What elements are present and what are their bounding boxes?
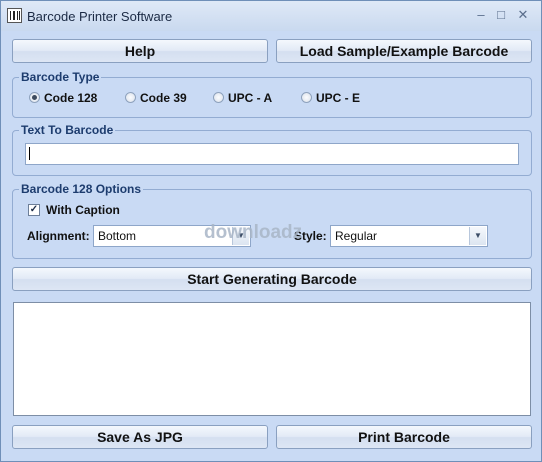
radio-label: Code 128: [44, 91, 98, 105]
app-window: Barcode Printer Software – □ ✕ Help Load…: [0, 0, 542, 462]
radio-selected-icon: [29, 92, 40, 103]
barcode-preview-area: [13, 302, 531, 416]
minimize-icon[interactable]: –: [471, 6, 491, 24]
save-jpg-button[interactable]: Save As JPG: [12, 425, 268, 449]
alignment-label: Alignment:: [27, 229, 90, 243]
style-dropdown[interactable]: Regular ▼: [330, 225, 488, 247]
text-to-barcode-group: Text To Barcode: [12, 123, 532, 176]
barcode-type-legend: Barcode Type: [19, 70, 102, 84]
radio-unselected-icon: [213, 92, 224, 103]
start-generating-button[interactable]: Start Generating Barcode: [12, 267, 532, 291]
text-to-barcode-legend: Text To Barcode: [19, 123, 116, 137]
title-bar: Barcode Printer Software – □ ✕: [1, 1, 541, 31]
close-icon[interactable]: ✕: [513, 6, 533, 24]
radio-unselected-icon: [125, 92, 136, 103]
chevron-down-icon: ▼: [469, 227, 486, 245]
with-caption-label: With Caption: [46, 203, 120, 217]
radio-label: UPC - E: [316, 91, 361, 105]
barcode-text-input[interactable]: [25, 143, 519, 165]
barcode-type-group: Barcode Type Code 128 Code 39 UPC - A UP…: [12, 70, 532, 118]
load-sample-button[interactable]: Load Sample/Example Barcode: [276, 39, 532, 63]
watermark-text: downloadz: [204, 222, 303, 243]
help-button[interactable]: Help: [12, 39, 268, 63]
radio-label: UPC - A: [228, 91, 273, 105]
alignment-value: Bottom: [98, 229, 137, 243]
radio-label: Code 39: [140, 91, 187, 105]
maximize-icon[interactable]: □: [491, 6, 511, 24]
style-value: Regular: [335, 229, 378, 243]
text-caret: [29, 147, 30, 160]
radio-unselected-icon: [301, 92, 312, 103]
window-title: Barcode Printer Software: [27, 9, 173, 24]
barcode-app-icon: [7, 8, 22, 23]
with-caption-checkbox[interactable]: ✓: [28, 204, 40, 216]
print-barcode-button[interactable]: Print Barcode: [276, 425, 532, 449]
barcode-options-legend: Barcode 128 Options: [19, 182, 144, 196]
